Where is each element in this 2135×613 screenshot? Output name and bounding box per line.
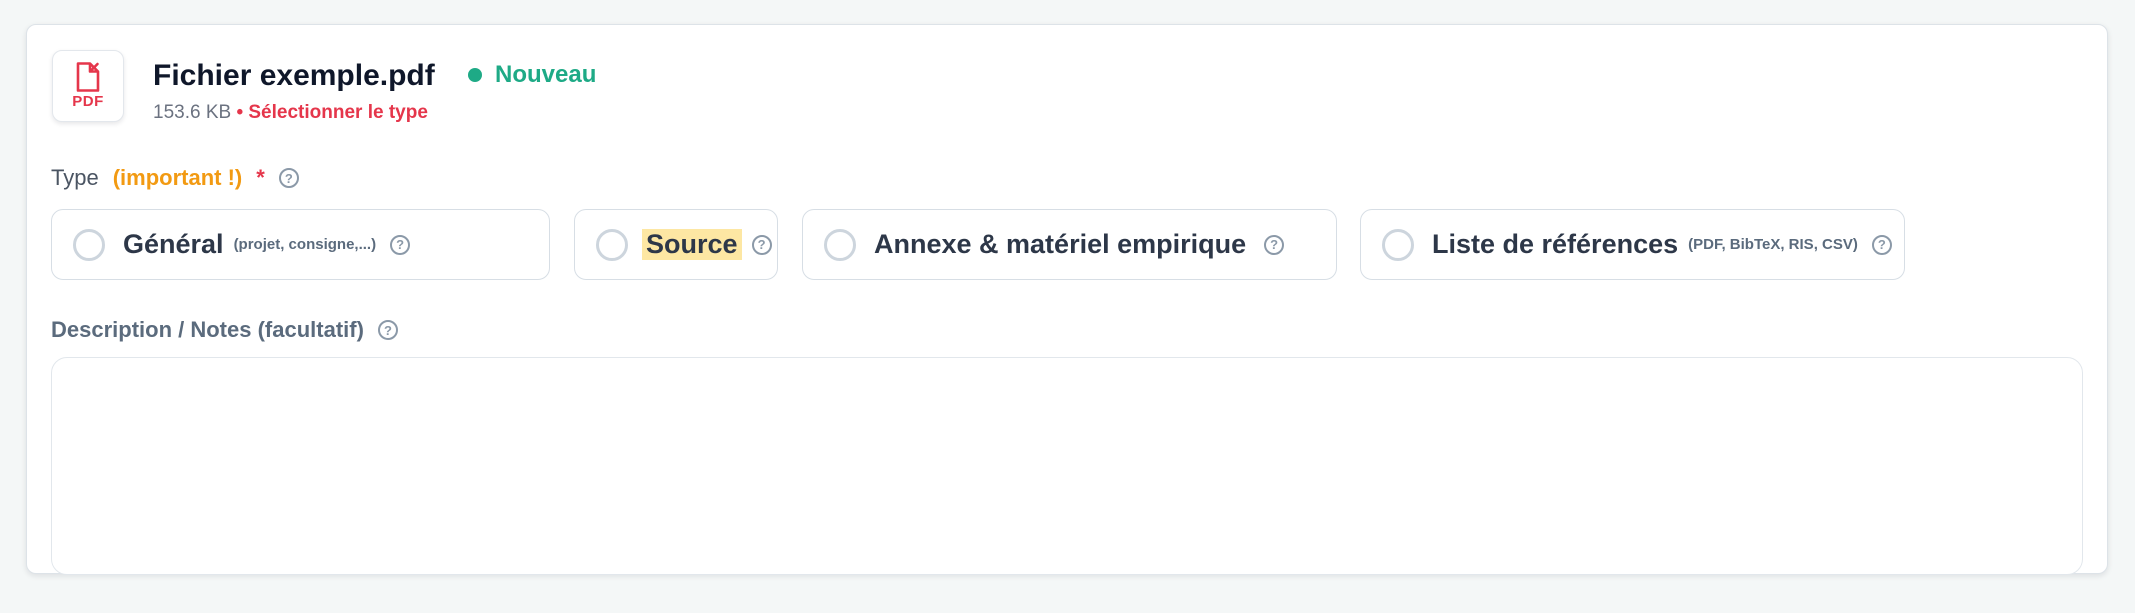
pdf-icon-label: PDF — [72, 93, 104, 110]
description-label-text: Description / Notes (facultatif) — [51, 317, 364, 342]
description-textarea[interactable] — [51, 357, 2083, 575]
radio-icon[interactable] — [596, 228, 628, 261]
file-upload-card: PDF Fichier exemple.pdf Nouveau 153.6 KB… — [26, 24, 2108, 575]
file-meta: 153.6 KB • Sélectionner le type — [153, 102, 428, 124]
type-field-label: Type (important !) * ? — [51, 165, 299, 191]
help-icon[interactable]: ? — [751, 234, 772, 255]
document-icon — [76, 62, 100, 92]
status-badge: Nouveau — [468, 61, 596, 89]
radio-icon[interactable] — [1382, 228, 1414, 261]
option-label: Liste de références — [1432, 229, 1679, 259]
help-icon[interactable]: ? — [278, 168, 299, 188]
type-option-annexe[interactable]: Annexe & matériel empirique ? — [802, 209, 1337, 280]
status-text: Nouveau — [495, 61, 597, 88]
option-label: Général — [123, 229, 224, 259]
radio-icon[interactable] — [73, 228, 105, 261]
type-option-general[interactable]: Général (projet, consigne,...) ? — [51, 209, 550, 280]
option-hint: (PDF, BibTeX, RIS, CSV) — [1688, 236, 1858, 253]
type-option-source[interactable]: Source ? — [574, 209, 778, 280]
option-hint: (projet, consigne,...) — [233, 236, 377, 253]
status-dot-icon — [468, 68, 482, 82]
required-marker: * — [256, 165, 265, 190]
help-icon[interactable]: ? — [377, 320, 398, 340]
important-note: (important !) — [112, 165, 243, 190]
help-icon[interactable]: ? — [1871, 234, 1892, 255]
type-option-references[interactable]: Liste de références (PDF, BibTeX, RIS, C… — [1360, 209, 1905, 280]
type-label-text: Type — [51, 165, 99, 190]
file-name: Fichier exemple.pdf — [153, 59, 435, 92]
radio-icon[interactable] — [824, 228, 856, 261]
option-label: Source — [642, 229, 742, 260]
description-label: Description / Notes (facultatif) ? — [51, 317, 398, 343]
help-icon[interactable]: ? — [1264, 234, 1285, 255]
option-label: Annexe & matériel empirique — [874, 229, 1247, 259]
pdf-file-icon: PDF — [52, 50, 124, 122]
type-warning: • Sélectionner le type — [236, 102, 428, 123]
file-size: 153.6 KB — [153, 102, 232, 123]
help-icon[interactable]: ? — [390, 234, 411, 255]
